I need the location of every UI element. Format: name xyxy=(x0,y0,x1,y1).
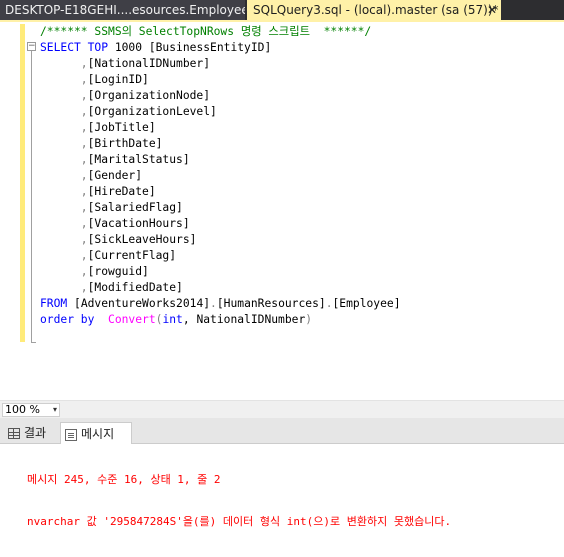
code-token: [HireDate] xyxy=(87,185,156,198)
code-token: , xyxy=(40,185,88,198)
code-token: [VacationHours] xyxy=(87,217,190,230)
code-line: ,[OrganizationNode] xyxy=(40,88,401,104)
code-token: , xyxy=(40,249,88,262)
tab-sqlquery3[interactable]: SQLQuery3.sql - (local).master (sa (57))… xyxy=(247,0,501,20)
results-pane: 결과 메시지 메시지 245, 수준 16, 상태 1, 줄 2 nvarcha… xyxy=(0,418,564,530)
code-token: , xyxy=(40,233,88,246)
tab-messages[interactable]: 메시지 xyxy=(60,422,132,444)
editor-margin xyxy=(0,22,18,400)
code-token: [OrganizationLevel] xyxy=(87,105,217,118)
code-token: ) xyxy=(305,313,313,326)
code-line: ,[SalariedFlag] xyxy=(40,200,401,216)
code-token: , xyxy=(40,169,88,182)
code-token: , xyxy=(40,137,88,150)
code-token: Convert xyxy=(108,313,156,326)
code-token: SELECT TOP xyxy=(40,41,115,54)
tab-employee-table[interactable]: DESKTOP-E18GEHI....esources.Employee xyxy=(0,0,245,20)
tab-results[interactable]: 결과 xyxy=(4,422,58,444)
tab-bar-empty-area xyxy=(501,0,564,20)
code-token: , xyxy=(40,89,88,102)
editor-bottom-bar: 100 % ▾ xyxy=(0,400,564,418)
code-line: order by Convert(int, NationalIDNumber) xyxy=(40,312,401,328)
code-token: [HumanResources] xyxy=(216,297,326,310)
code-token: , xyxy=(40,57,88,70)
code-token: [rowguid] xyxy=(87,265,149,278)
code-token: , xyxy=(40,73,88,86)
messages-output: 메시지 245, 수준 16, 상태 1, 줄 2 nvarchar 값 '29… xyxy=(27,445,451,557)
code-token: , xyxy=(40,201,88,214)
code-line: ,[SickLeaveHours] xyxy=(40,232,401,248)
code-line: ,[OrganizationLevel] xyxy=(40,104,401,120)
query-editor[interactable]: − /****** SSMS의 SelectTopNRows 명령 스크립트 *… xyxy=(0,22,564,400)
code-token: [SalariedFlag] xyxy=(87,201,183,214)
code-token: int xyxy=(162,313,183,326)
code-token: [BirthDate] xyxy=(87,137,163,150)
code-line: ,[HireDate] xyxy=(40,184,401,200)
code-line: ,[BirthDate] xyxy=(40,136,401,152)
horizontal-scrollbar[interactable] xyxy=(62,406,562,414)
code-line: ,[NationalIDNumber] xyxy=(40,56,401,72)
results-tab-bar: 결과 메시지 xyxy=(0,418,564,444)
code-token: /****** SSMS의 SelectTopNRows 명령 스크립트 ***… xyxy=(40,25,372,38)
code-token: [LoginID] xyxy=(87,73,149,86)
error-message-line: nvarchar 값 '295847284S'을(를) 데이터 형식 int(으… xyxy=(27,515,452,528)
zoom-dropdown[interactable]: 100 % ▾ xyxy=(2,403,60,417)
code-line: ,[rowguid] xyxy=(40,264,401,280)
document-tab-bar: DESKTOP-E18GEHI....esources.Employee SQL… xyxy=(0,0,564,20)
code-token: [OrganizationNode] xyxy=(87,89,211,102)
code-line: ,[MaritalStatus] xyxy=(40,152,401,168)
code-token: , xyxy=(40,105,88,118)
code-token: [ModifiedDate] xyxy=(87,281,183,294)
code-token: . xyxy=(210,297,217,310)
code-line: ,[CurrentFlag] xyxy=(40,248,401,264)
code-token: , xyxy=(40,121,88,134)
collapse-icon[interactable]: − xyxy=(27,42,36,51)
code-line: ,[ModifiedDate] xyxy=(40,280,401,296)
tab-sqlquery3-label: SQLQuery3.sql - (local).master (sa (57))… xyxy=(253,3,499,17)
error-message-line: 메시지 245, 수준 16, 상태 1, 줄 2 xyxy=(27,473,221,486)
code-line: ,[JobTitle] xyxy=(40,120,401,136)
code-token: [MaritalStatus] xyxy=(87,153,190,166)
outline-guide-line xyxy=(31,51,32,343)
code-line: ,[VacationHours] xyxy=(40,216,401,232)
code-token: . xyxy=(325,297,333,310)
code-token: [CurrentFlag] xyxy=(87,249,177,262)
code-token: [JobTitle] xyxy=(87,121,156,134)
code-token: [NationalIDNumber] xyxy=(87,57,211,70)
tab-results-label: 결과 xyxy=(24,426,47,440)
code-token: [AdventureWorks2014] xyxy=(74,297,211,310)
close-tab-icon[interactable]: ✕ xyxy=(487,0,497,20)
code-token: order by xyxy=(40,313,109,326)
code-token: , xyxy=(40,281,88,294)
outline-guide-end xyxy=(31,342,36,343)
zoom-value: 100 % xyxy=(5,403,40,416)
code-token: [Gender] xyxy=(87,169,143,182)
tab-employee-label: DESKTOP-E18GEHI....esources.Employee xyxy=(5,3,245,17)
code-token: , NationalIDNumber xyxy=(182,313,306,326)
message-icon xyxy=(65,428,77,441)
code-line: SELECT TOP 1000 [BusinessEntityID] xyxy=(40,40,401,56)
code-token: [Employee] xyxy=(332,297,401,310)
code-token: [SickLeaveHours] xyxy=(87,233,197,246)
code-line: FROM [AdventureWorks2014].[HumanResource… xyxy=(40,296,401,312)
code-line: ,[LoginID] xyxy=(40,72,401,88)
grid-icon xyxy=(8,428,20,439)
sql-code[interactable]: /****** SSMS의 SelectTopNRows 명령 스크립트 ***… xyxy=(40,24,401,328)
code-token: , xyxy=(40,217,88,230)
code-line: /****** SSMS의 SelectTopNRows 명령 스크립트 ***… xyxy=(40,24,401,40)
chevron-down-icon: ▾ xyxy=(52,405,57,414)
code-line: ,[Gender] xyxy=(40,168,401,184)
code-token: , xyxy=(40,153,88,166)
code-token: FROM xyxy=(40,297,75,310)
code-token: 1000 [BusinessEntityID] xyxy=(114,41,272,54)
tab-messages-label: 메시지 xyxy=(81,427,115,441)
unsaved-change-indicator xyxy=(20,24,25,342)
code-token: , xyxy=(40,265,88,278)
